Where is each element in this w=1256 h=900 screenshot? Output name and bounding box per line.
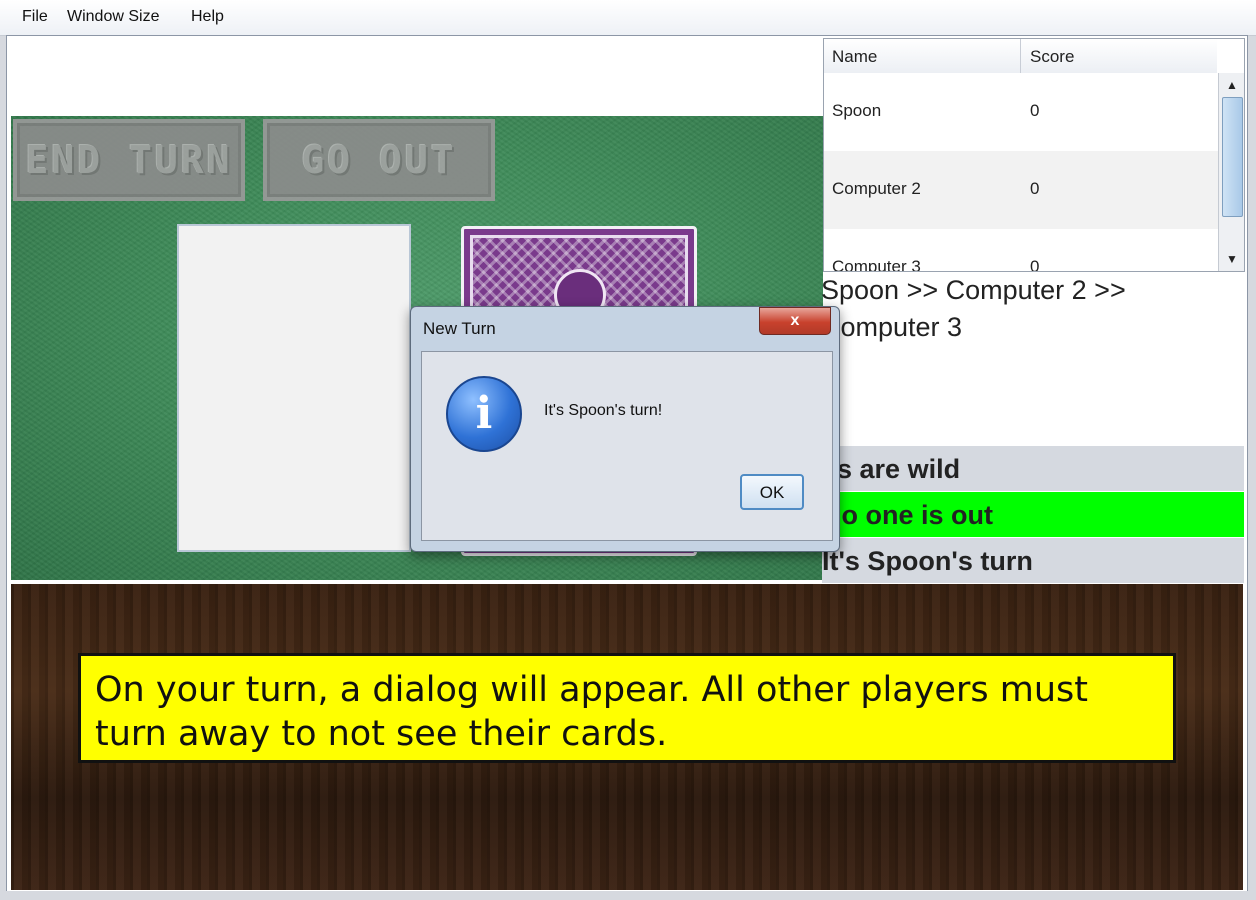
table-row[interactable]: Computer 2 0 bbox=[824, 151, 1218, 229]
turn-order: Spoon >> Computer 2 >> Computer 3 bbox=[821, 275, 1126, 342]
player-score: 0 bbox=[1030, 257, 1040, 272]
dialog-message: It's Spoon's turn! bbox=[544, 402, 663, 419]
top-strip bbox=[7, 36, 823, 116]
player-name: Computer 3 bbox=[832, 257, 921, 272]
dialog-body: i It's Spoon's turn! OK bbox=[421, 351, 833, 541]
out-status: No one is out bbox=[822, 492, 1244, 537]
menu-help[interactable]: Help bbox=[191, 8, 224, 26]
score-column-header[interactable]: Score bbox=[1030, 39, 1074, 73]
name-column-header[interactable]: Name bbox=[832, 39, 877, 73]
player-score: 0 bbox=[1030, 101, 1040, 120]
turn-status: It's Spoon's turn bbox=[822, 538, 1244, 583]
player-name: Spoon bbox=[832, 101, 882, 120]
dialog-title: New Turn bbox=[423, 319, 496, 338]
close-icon[interactable]: x bbox=[759, 307, 831, 335]
menu-window-size[interactable]: Window Size bbox=[67, 8, 159, 26]
discard-pile[interactable] bbox=[177, 224, 411, 552]
menu-bar: File Window Size Help bbox=[0, 0, 1256, 36]
menu-file[interactable]: File bbox=[22, 8, 48, 26]
player-score: 0 bbox=[1030, 179, 1040, 198]
table-row[interactable]: Computer 3 0 bbox=[824, 229, 1218, 272]
score-table: Name Score Spoon 0 Computer 2 0 Computer… bbox=[823, 38, 1245, 272]
scroll-down-icon[interactable]: ▼ bbox=[1222, 249, 1242, 269]
wild-status: 3s are wild bbox=[822, 446, 1244, 491]
tutorial-tooltip: On your turn, a dialog will appear. All … bbox=[78, 653, 1176, 763]
score-table-header: Name Score bbox=[824, 39, 1217, 74]
scroll-up-icon[interactable]: ▲ bbox=[1222, 75, 1242, 95]
column-divider[interactable] bbox=[1020, 39, 1021, 73]
table-row[interactable]: Spoon 0 bbox=[824, 73, 1218, 151]
end-turn-button[interactable]: END TURN bbox=[13, 119, 245, 201]
new-turn-dialog: New Turn x i It's Spoon's turn! OK bbox=[410, 306, 840, 552]
player-name: Computer 2 bbox=[832, 179, 921, 198]
window-bottom-edge bbox=[0, 891, 1256, 900]
ok-button[interactable]: OK bbox=[740, 474, 804, 510]
scroll-thumb[interactable] bbox=[1222, 97, 1243, 217]
go-out-button[interactable]: GO OUT bbox=[263, 119, 495, 201]
score-scrollbar[interactable]: ▲ ▼ bbox=[1218, 73, 1244, 271]
info-icon: i bbox=[446, 376, 522, 452]
